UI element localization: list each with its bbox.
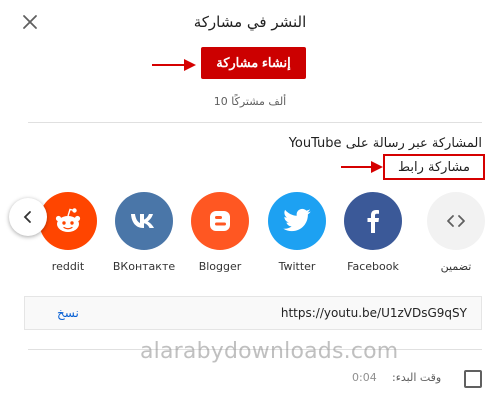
- subscriber-count: 10 ألف مشتركًا: [213, 95, 287, 108]
- facebook-icon: [344, 192, 402, 250]
- start-at-label: وقت البدء:: [392, 371, 442, 384]
- share-label: Twitter: [278, 260, 316, 273]
- create-post-button[interactable]: إنشاء مشاركة: [201, 47, 306, 79]
- share-twitter[interactable]: Twitter: [261, 192, 333, 273]
- vk-icon: [115, 192, 173, 250]
- share-label: تضمين: [440, 260, 472, 273]
- share-section-heading: المشاركة عبر رسالة على YouTube: [288, 136, 482, 151]
- blogger-icon: [191, 192, 249, 250]
- share-facebook[interactable]: Facebook: [337, 192, 409, 273]
- dialog-title: النشر في مشاركة: [193, 13, 307, 31]
- copy-button[interactable]: نسخ: [57, 306, 79, 320]
- share-embed[interactable]: تضمين: [420, 192, 492, 273]
- reddit-icon: [39, 192, 97, 250]
- annotation-arrow-icon: [341, 159, 383, 175]
- share-link-label: مشاركة رابط: [383, 154, 485, 180]
- share-vk[interactable]: ВКонтакте: [108, 192, 180, 273]
- twitter-icon: [268, 192, 326, 250]
- start-at-time: 0:04: [352, 371, 377, 384]
- start-at-checkbox[interactable]: [464, 370, 482, 388]
- share-blogger[interactable]: Blogger: [184, 192, 256, 273]
- embed-icon: [427, 192, 485, 250]
- divider: [28, 122, 482, 123]
- annotation-arrow-icon: [152, 57, 196, 73]
- share-url-box: https://youtu.be/U1zVDsG9qSY نسخ: [24, 296, 482, 330]
- share-label: ВКонтакте: [112, 260, 176, 273]
- scroll-left-button[interactable]: [9, 198, 47, 236]
- chevron-left-icon: [23, 211, 31, 223]
- watermark: alarabydownloads.com: [140, 339, 399, 364]
- share-url[interactable]: https://youtu.be/U1zVDsG9qSY: [281, 306, 467, 320]
- share-label: Blogger: [198, 260, 242, 273]
- share-label: Facebook: [347, 260, 399, 273]
- share-label: reddit: [51, 260, 85, 273]
